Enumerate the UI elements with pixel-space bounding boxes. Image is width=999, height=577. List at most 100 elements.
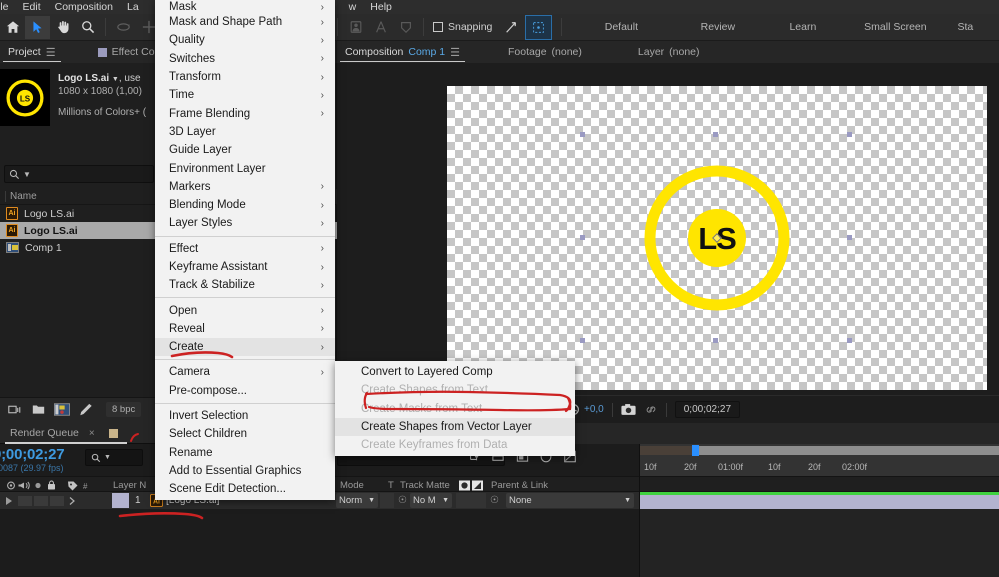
menu-item-mask-and-shape-path[interactable]: Mask and Shape Path › — [155, 13, 335, 31]
composition-canvas[interactable]: LS — [447, 86, 987, 390]
submenu-item-convert-to-layered-comp[interactable]: Convert to Layered Comp — [335, 363, 575, 381]
track-matte-dropdown[interactable]: No M ▼ — [410, 493, 452, 508]
layer-duration-bar[interactable] — [640, 495, 999, 509]
snapping-options-icon[interactable] — [498, 16, 523, 39]
time-playhead-handle[interactable] — [692, 445, 699, 456]
tab-footage[interactable]: Footage (none) — [500, 41, 590, 63]
menu-item-transform[interactable]: Transform › — [155, 68, 335, 86]
menu-item-create[interactable]: Create › — [155, 338, 335, 357]
color-depth-button[interactable]: 8 bpc — [106, 401, 142, 417]
menu-item-pre-compose[interactable]: Pre-compose... — [155, 382, 335, 400]
show-snapshot-button[interactable] — [644, 403, 658, 416]
timeline-search-input[interactable]: ▼ — [85, 449, 143, 466]
parent-pickwhip-icon[interactable]: ☉ — [490, 495, 499, 506]
col-track-matte[interactable]: Track Matte — [400, 480, 450, 491]
menu-item-keyframe-assistant[interactable]: Keyframe Assistant › — [155, 258, 335, 276]
chevron-down-icon[interactable]: ▼ — [112, 76, 119, 83]
pen-tool-icon[interactable] — [393, 16, 418, 39]
selection-tool-icon[interactable] — [25, 15, 50, 39]
new-folder-icon[interactable] — [28, 401, 48, 418]
type-tool-icon[interactable] — [368, 16, 393, 39]
hamburger-icon[interactable]: ☰ — [46, 46, 56, 59]
workspace-small-screen[interactable]: Small Screen — [845, 21, 945, 33]
menu-item-frame-blending[interactable]: Frame Blending › — [155, 104, 335, 122]
layer-t-cell[interactable] — [380, 493, 394, 508]
menu-item-3d-layer[interactable]: 3D Layer — [155, 123, 335, 141]
snapshot-button[interactable] — [621, 403, 636, 416]
menu-item-layer-styles[interactable]: Layer Styles › — [155, 214, 335, 232]
selection-handle[interactable] — [580, 132, 585, 137]
illustrator-file-icon: Ai — [6, 224, 18, 237]
menu-item-markers[interactable]: Markers › — [155, 178, 335, 196]
menu-item-reveal[interactable]: Reveal › — [155, 320, 335, 338]
home-icon[interactable] — [0, 16, 25, 39]
menu-item-edit[interactable]: Edit — [16, 0, 48, 14]
project-search-input[interactable]: ▼ — [4, 165, 154, 183]
selection-handle[interactable] — [580, 235, 585, 240]
menu-item-quality[interactable]: Quality › — [155, 31, 335, 49]
menu-item-time[interactable]: Time › — [155, 86, 335, 104]
tab-effect-controls[interactable]: Effect Co — [90, 41, 163, 63]
timeline-track-area[interactable] — [640, 509, 999, 577]
roto-brush-tool-icon[interactable] — [343, 16, 368, 39]
transform-box-icon[interactable] — [525, 14, 553, 40]
selection-handle[interactable] — [713, 338, 718, 343]
col-layer-name[interactable]: Layer N — [113, 480, 146, 491]
selection-handle[interactable] — [580, 338, 585, 343]
hand-tool-icon[interactable] — [50, 16, 75, 39]
composition-timecode[interactable]: 0;00;02;27 — [674, 401, 741, 418]
row-switch-icons[interactable] — [4, 495, 102, 510]
workspace-learn[interactable]: Learn — [760, 21, 845, 33]
menu-item-blending-mode[interactable]: Blending Mode › — [155, 196, 335, 214]
project-settings-icon[interactable] — [76, 401, 96, 418]
col-t[interactable]: T — [388, 480, 394, 491]
matte-toggle-cell[interactable] — [456, 493, 486, 508]
menu-item-window[interactable]: w — [342, 0, 364, 14]
parent-link-dropdown[interactable]: None ▼ — [506, 493, 634, 508]
menu-item-track-and-stabilize[interactable]: Track & Stabilize › — [155, 276, 335, 294]
snapping-toggle[interactable]: Snapping — [433, 21, 492, 33]
track-matte-icon[interactable]: ☉ — [398, 495, 407, 506]
menu-item-invert-selection[interactable]: Invert Selection — [155, 407, 335, 425]
menu-item-composition[interactable]: Composition — [48, 0, 120, 14]
menu-item-help[interactable]: Help — [363, 0, 399, 14]
menu-item-switches[interactable]: Switches › — [155, 50, 335, 68]
layer-label-color[interactable] — [112, 493, 129, 508]
orbit-tool-icon[interactable] — [111, 16, 136, 39]
menu-item-rename[interactable]: Rename — [155, 444, 335, 462]
menu-item-add-to-essential-graphics[interactable]: Add to Essential Graphics — [155, 462, 335, 480]
snapping-checkbox[interactable] — [433, 22, 443, 32]
hamburger-icon-comp[interactable]: ☰ — [450, 46, 460, 59]
menu-item-scene-edit-detection[interactable]: Scene Edit Detection... — [155, 480, 335, 498]
col-parent-link[interactable]: Parent & Link — [491, 480, 548, 491]
selection-handle[interactable] — [847, 132, 852, 137]
zoom-tool-icon[interactable] — [75, 16, 100, 39]
menu-item-guide-layer[interactable]: Guide Layer — [155, 141, 335, 159]
menu-item-file[interactable]: ile — [0, 0, 16, 14]
close-icon[interactable]: × — [89, 428, 95, 439]
menu-item-camera[interactable]: Camera › — [155, 363, 335, 381]
menu-item-environment-layer[interactable]: Environment Layer — [155, 159, 335, 177]
menu-item-mask[interactable]: Mask › — [155, 0, 335, 13]
menu-item-effect[interactable]: Effect › — [155, 240, 335, 258]
tab-render-queue-label: Render Queue — [10, 427, 79, 439]
workspace-default[interactable]: Default — [567, 21, 675, 33]
interpret-footage-icon[interactable] — [4, 401, 24, 418]
submenu-item-create-shapes-from-vector-layer[interactable]: Create Shapes from Vector Layer — [335, 417, 575, 437]
menu-item-layer[interactable]: La — [120, 0, 146, 14]
timeline-current-time[interactable]: 0;00;02;27 — [0, 446, 65, 463]
workspace-review[interactable]: Review — [675, 21, 760, 33]
selection-handle[interactable] — [847, 338, 852, 343]
selection-handle[interactable] — [847, 235, 852, 240]
selection-handle[interactable] — [713, 132, 718, 137]
tab-project[interactable]: Project ☰ — [0, 41, 64, 63]
col-mode[interactable]: Mode — [340, 480, 364, 491]
tab-composition[interactable]: Composition Comp 1 ☰ — [337, 41, 468, 63]
new-composition-icon[interactable] — [52, 401, 72, 418]
tab-layer[interactable]: Layer (none) — [630, 41, 708, 63]
layer-mode-dropdown[interactable]: Norm ▼ — [336, 493, 378, 508]
menu-item-open[interactable]: Open › — [155, 301, 335, 319]
menu-item-select-children[interactable]: Select Children — [155, 425, 335, 443]
workspace-standard[interactable]: Sta — [945, 21, 985, 33]
tab-render-queue[interactable]: Render Queue × — [0, 423, 105, 443]
